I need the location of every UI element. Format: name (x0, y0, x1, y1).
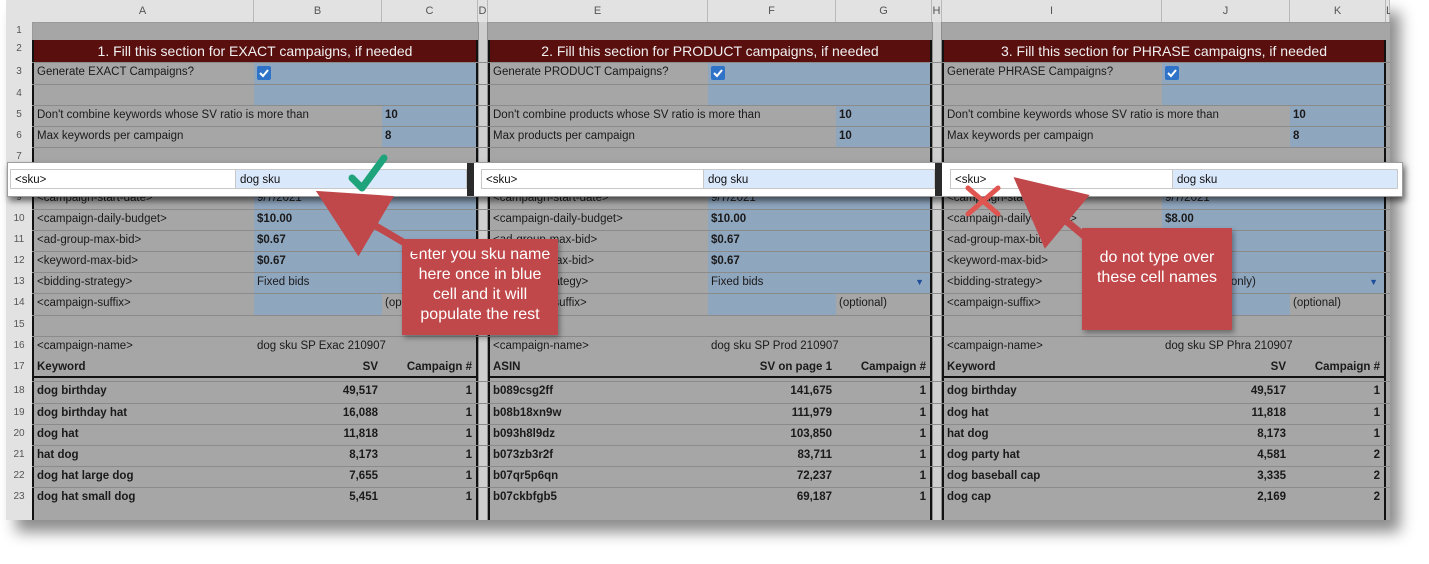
arrow-to-sku-cell (315, 190, 422, 257)
arrow-to-sku-label (1013, 177, 1098, 249)
red-x-icon (965, 185, 1001, 217)
green-checkmark-icon (348, 154, 388, 192)
annotation-overlay (315, 154, 1098, 257)
